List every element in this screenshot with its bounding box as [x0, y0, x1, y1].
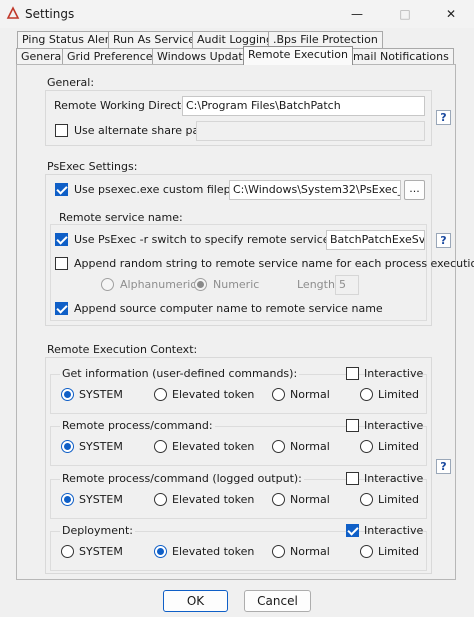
elevated-token-label: Elevated token: [172, 388, 255, 401]
length-label: Length:: [297, 278, 339, 291]
system-label: SYSTEM: [79, 545, 123, 558]
custom-path-checkbox[interactable]: [55, 183, 68, 196]
normal-radio[interactable]: [272, 493, 285, 506]
ok-button[interactable]: OK: [163, 590, 228, 612]
elevated-token-label: Elevated token: [172, 493, 255, 506]
alt-share-label: Use alternate share path:: [74, 124, 215, 137]
interactive-checkbox[interactable]: [346, 419, 359, 432]
tab-label: Windows Update: [157, 50, 250, 63]
alt-share-input[interactable]: [196, 121, 425, 141]
elevated-token-radio[interactable]: [154, 493, 167, 506]
remote-working-dir-label: Remote Working Directory:: [54, 99, 202, 112]
normal-radio[interactable]: [272, 545, 285, 558]
cancel-button[interactable]: Cancel: [244, 590, 311, 612]
normal-label: Normal: [290, 440, 330, 453]
interactive-label: Interactive: [364, 524, 424, 537]
psexec-help-icon[interactable]: ?: [436, 233, 451, 248]
system-radio[interactable]: [61, 388, 74, 401]
maximize-button[interactable]: □: [382, 0, 428, 28]
limited-radio[interactable]: [360, 388, 373, 401]
tab-label: Email Notifications: [346, 50, 449, 63]
append-computer-checkbox[interactable]: [55, 302, 68, 315]
tab-email-notifications[interactable]: Email Notifications: [341, 48, 454, 65]
tab-label: Remote Execution: [248, 48, 348, 61]
context-row-title: Remote process/command:: [60, 419, 215, 432]
tab-label: Audit Logging: [197, 33, 273, 46]
context-row-title: Remote process/command (logged output):: [60, 472, 304, 485]
normal-radio[interactable]: [272, 440, 285, 453]
context-group-label: Remote Execution Context:: [47, 343, 198, 356]
custom-path-label: Use psexec.exe custom filepath:: [74, 183, 253, 196]
tab-label: Grid Preferences: [67, 50, 159, 63]
alphanumeric-label: Alphanumeric: [120, 278, 197, 291]
remote-working-dir-input[interactable]: C:\Program Files\BatchPatch: [182, 96, 425, 116]
normal-label: Normal: [290, 493, 330, 506]
interactive-checkbox[interactable]: [346, 367, 359, 380]
normal-radio[interactable]: [272, 388, 285, 401]
normal-label: Normal: [290, 388, 330, 401]
r-switch-input[interactable]: BatchPatchExeSvc: [326, 230, 425, 250]
tab-label: Ping Status Alerts: [22, 33, 120, 46]
close-button[interactable]: ✕: [428, 0, 474, 28]
limited-radio[interactable]: [360, 545, 373, 558]
context-row-title: Deployment:: [60, 524, 135, 537]
limited-label: Limited: [378, 440, 420, 453]
interactive-label: Interactive: [364, 472, 424, 485]
alt-share-checkbox[interactable]: [55, 124, 68, 137]
normal-label: Normal: [290, 545, 330, 558]
app-icon: [6, 6, 20, 19]
maximize-icon: □: [399, 7, 411, 21]
elevated-token-radio[interactable]: [154, 440, 167, 453]
service-name-group-label: Remote service name:: [59, 211, 183, 224]
length-input[interactable]: 5: [335, 275, 359, 295]
interactive-checkbox[interactable]: [346, 472, 359, 485]
psexec-group-label: PsExec Settings:: [47, 160, 138, 173]
r-switch-label: Use PsExec -r switch to specify remote s…: [74, 233, 368, 246]
elevated-token-label: Elevated token: [172, 545, 255, 558]
numeric-label: Numeric: [213, 278, 260, 291]
custom-path-input[interactable]: C:\Windows\System32\PsExec_2.4: [229, 180, 401, 200]
general-group-label: General:: [47, 76, 95, 89]
interactive-label: Interactive: [364, 367, 424, 380]
limited-label: Limited: [378, 545, 420, 558]
numeric-radio[interactable]: [194, 278, 207, 291]
system-label: SYSTEM: [79, 388, 123, 401]
system-label: SYSTEM: [79, 493, 123, 506]
close-icon: ✕: [445, 7, 457, 21]
context-help-icon[interactable]: ?: [436, 459, 451, 474]
system-label: SYSTEM: [79, 440, 123, 453]
append-computer-label: Append source computer name to remote se…: [74, 302, 383, 315]
browse-button[interactable]: ...: [404, 180, 425, 200]
minimize-icon: —: [351, 7, 363, 21]
tab-remote-execution[interactable]: Remote Execution: [243, 46, 353, 65]
limited-label: Limited: [378, 493, 420, 506]
system-radio[interactable]: [61, 440, 74, 453]
limited-radio[interactable]: [360, 440, 373, 453]
tab-grid-preferences[interactable]: Grid Preferences: [62, 48, 164, 65]
r-switch-checkbox[interactable]: [55, 233, 68, 246]
elevated-token-radio[interactable]: [154, 545, 167, 558]
tab-label: General: [21, 50, 65, 63]
general-help-icon[interactable]: ?: [436, 110, 451, 125]
title-bar: Settings — □ ✕: [0, 0, 474, 28]
limited-label: Limited: [378, 388, 420, 401]
tab-label: .Bps File Protection: [273, 33, 378, 46]
window-title: Settings: [25, 7, 75, 21]
interactive-checkbox[interactable]: [346, 524, 359, 537]
random-string-checkbox[interactable]: [55, 257, 68, 270]
elevated-token-label: Elevated token: [172, 440, 255, 453]
limited-radio[interactable]: [360, 493, 373, 506]
tab-run-as-service[interactable]: Run As Service: [108, 31, 200, 48]
tab-windows-update[interactable]: Windows Update: [152, 48, 255, 65]
tab-label: Run As Service: [113, 33, 195, 46]
random-string-label: Append random string to remote service n…: [74, 257, 474, 270]
interactive-label: Interactive: [364, 419, 424, 432]
system-radio[interactable]: [61, 493, 74, 506]
system-radio[interactable]: [61, 545, 74, 558]
minimize-button[interactable]: —: [334, 0, 380, 28]
alphanumeric-radio[interactable]: [101, 278, 114, 291]
context-row-title: Get information (user-defined commands):: [60, 367, 300, 380]
elevated-token-radio[interactable]: [154, 388, 167, 401]
